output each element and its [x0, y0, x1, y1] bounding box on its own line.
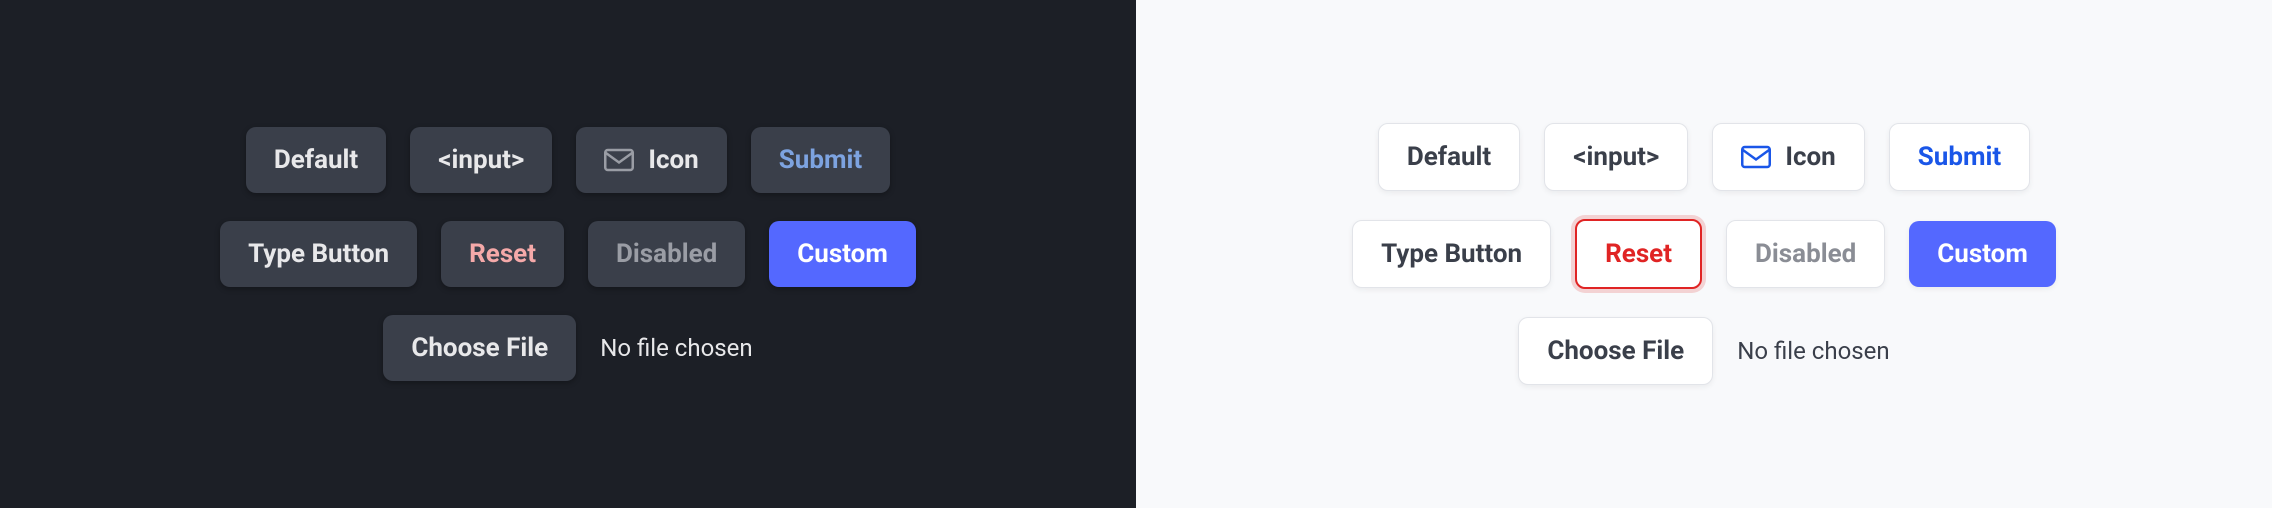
button-row-2: Type Button Reset Disabled Custom — [1352, 219, 2056, 289]
choose-file-button-label: Choose File — [1547, 336, 1684, 366]
file-row: Choose File No file chosen — [1518, 317, 1889, 385]
button-row-1: Default <input> Icon Submit — [1378, 123, 2030, 191]
icon-button[interactable]: Icon — [1712, 123, 1864, 191]
submit-button-label: Submit — [1918, 142, 2001, 172]
mail-icon — [1741, 145, 1771, 169]
button-row-1: Default <input> Icon Submit — [246, 127, 890, 193]
light-theme-panel: Default <input> Icon Submit Type Button … — [1136, 0, 2272, 508]
custom-button-label: Custom — [1937, 239, 2028, 269]
icon-button[interactable]: Icon — [576, 127, 726, 193]
file-status-text: No file chosen — [600, 334, 752, 362]
choose-file-button[interactable]: Choose File — [1518, 317, 1713, 385]
custom-button[interactable]: Custom — [769, 221, 916, 287]
file-status-text: No file chosen — [1737, 337, 1889, 365]
submit-button[interactable]: Submit — [751, 127, 890, 193]
submit-button[interactable]: Submit — [1889, 123, 2030, 191]
icon-button-label: Icon — [648, 145, 698, 175]
disabled-button-label: Disabled — [616, 239, 717, 269]
file-row: Choose File No file chosen — [383, 315, 752, 381]
mail-icon — [604, 148, 634, 172]
default-button[interactable]: Default — [246, 127, 386, 193]
default-button-label: Default — [274, 145, 358, 175]
custom-button-label: Custom — [797, 239, 888, 269]
input-button[interactable]: <input> — [410, 127, 552, 193]
custom-button[interactable]: Custom — [1909, 221, 2056, 287]
default-button-label: Default — [1407, 142, 1491, 172]
input-button-label: <input> — [1573, 142, 1659, 172]
default-button[interactable]: Default — [1378, 123, 1520, 191]
disabled-button[interactable]: Disabled — [1726, 220, 1885, 288]
reset-button[interactable]: Reset — [441, 221, 564, 287]
choose-file-button-label: Choose File — [411, 333, 548, 363]
reset-button-label: Reset — [1605, 239, 1672, 269]
icon-button-label: Icon — [1785, 142, 1835, 172]
type-button-label: Type Button — [248, 239, 389, 269]
type-button[interactable]: Type Button — [1352, 220, 1551, 288]
dark-theme-panel: Default <input> Icon Submit Type Button … — [0, 0, 1136, 508]
input-button[interactable]: <input> — [1544, 123, 1688, 191]
button-row-2: Type Button Reset Disabled Custom — [220, 221, 916, 287]
disabled-button[interactable]: Disabled — [588, 221, 745, 287]
reset-button-label: Reset — [469, 239, 536, 269]
choose-file-button[interactable]: Choose File — [383, 315, 576, 381]
disabled-button-label: Disabled — [1755, 239, 1856, 269]
type-button-label: Type Button — [1381, 239, 1522, 269]
type-button[interactable]: Type Button — [220, 221, 417, 287]
reset-button[interactable]: Reset — [1575, 219, 1702, 289]
submit-button-label: Submit — [779, 145, 862, 175]
input-button-label: <input> — [438, 145, 524, 175]
